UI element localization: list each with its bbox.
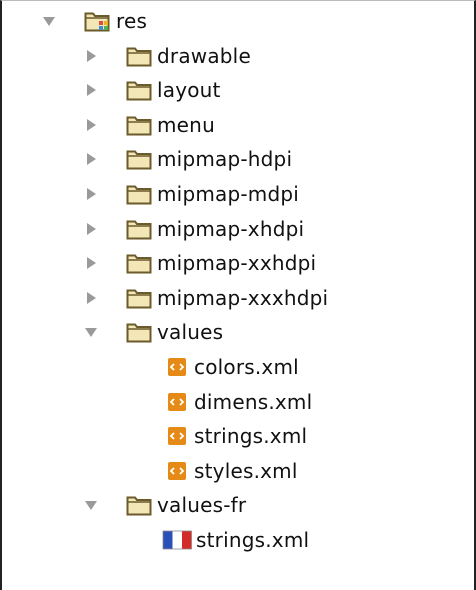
folder-icon — [126, 321, 152, 351]
expanded-disclosure-icon[interactable] — [84, 325, 98, 339]
folder-icon — [126, 287, 152, 317]
collapsed-disclosure-icon[interactable] — [84, 49, 98, 63]
expanded-disclosure-icon[interactable] — [42, 14, 56, 28]
tree-node-mipmap-xhdpi[interactable]: mipmap-xhdpi — [2, 214, 472, 244]
folder-icon — [126, 45, 152, 75]
tree-node-values-fr[interactable]: values-fr — [2, 490, 472, 520]
tree-node-mipmap-xxxhdpi[interactable]: mipmap-xxxhdpi — [2, 283, 472, 313]
tree-file-label: colors.xml — [194, 355, 299, 379]
folder-icon — [126, 494, 152, 524]
tree-node-mipmap-mdpi[interactable]: mipmap-mdpi — [2, 179, 472, 209]
collapsed-disclosure-icon[interactable] — [84, 83, 98, 97]
resource-folder-icon — [84, 10, 110, 40]
folder-icon — [126, 218, 152, 248]
tree-node-label: mipmap-hdpi — [157, 147, 293, 172]
collapsed-disclosure-icon[interactable] — [84, 291, 98, 305]
tree-node-layout[interactable]: layout — [2, 75, 472, 105]
tree-node-mipmap-xxhdpi[interactable]: mipmap-xxhdpi — [2, 248, 472, 278]
project-tree-panel: res drawable layout menu mipmap-hdpi mipmap-m… — [0, 0, 476, 590]
tree-file-label: dimens.xml — [194, 389, 313, 414]
tree-node-label: drawable — [157, 43, 251, 68]
expanded-disclosure-icon[interactable] — [84, 498, 98, 512]
tree-node-values[interactable]: values — [2, 317, 472, 347]
xml-file-icon — [166, 460, 188, 490]
folder-icon — [126, 148, 152, 178]
folder-icon — [126, 114, 152, 144]
tree-node-drawable[interactable]: drawable — [2, 41, 472, 71]
tree-file-strings.xml[interactable]: strings.xml — [2, 421, 472, 451]
xml-file-icon — [166, 391, 188, 421]
folder-icon — [126, 79, 152, 109]
tree-node-label: mipmap-xxhdpi — [157, 251, 317, 276]
tree-node-label: mipmap-xhdpi — [157, 216, 305, 241]
folder-icon — [126, 183, 152, 213]
tree-node-res[interactable]: res — [2, 6, 472, 36]
xml-file-icon — [166, 425, 188, 455]
tree-file-dimens.xml[interactable]: dimens.xml — [2, 387, 472, 417]
tree-node-menu[interactable]: menu — [2, 110, 472, 140]
collapsed-disclosure-icon[interactable] — [84, 256, 98, 270]
tree-file-label: strings.xml — [194, 424, 308, 449]
tree-node-label: mipmap-mdpi — [157, 182, 300, 206]
tree-file-strings.xml[interactable]: strings.xml — [2, 525, 472, 555]
collapsed-disclosure-icon[interactable] — [84, 118, 98, 132]
tree-file-label: strings.xml — [196, 528, 310, 552]
tree-node-label: mipmap-xxxhdpi — [157, 285, 329, 310]
tree-node-label: res — [116, 9, 148, 33]
tree-node-mipmap-hdpi[interactable]: mipmap-hdpi — [2, 144, 472, 174]
tree-file-label: styles.xml — [194, 458, 298, 483]
tree-node-label: values-fr — [157, 493, 247, 518]
tree-file-colors.xml[interactable]: colors.xml — [2, 352, 472, 382]
tree-node-label: menu — [157, 112, 215, 137]
collapsed-disclosure-icon[interactable] — [84, 187, 98, 201]
french-flag-icon — [162, 529, 192, 559]
collapsed-disclosure-icon[interactable] — [84, 152, 98, 166]
tree-node-label: values — [157, 320, 224, 345]
collapsed-disclosure-icon[interactable] — [84, 222, 98, 236]
tree-node-label: layout — [157, 78, 221, 103]
tree-file-styles.xml[interactable]: styles.xml — [2, 456, 472, 486]
xml-file-icon — [166, 356, 188, 386]
folder-icon — [126, 252, 152, 282]
